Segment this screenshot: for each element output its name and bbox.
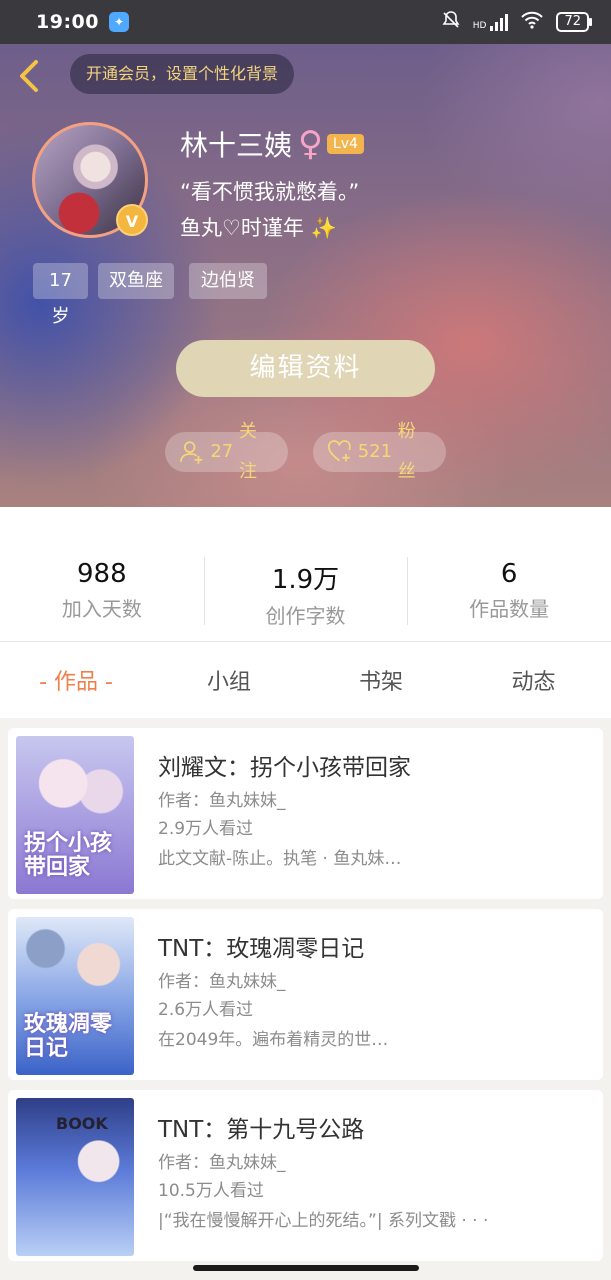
work-title: TNT：玫瑰凋零日记 xyxy=(158,936,365,962)
work-card[interactable]: BOOK TNT：第十九号公路 作者：鱼丸妹妹_ 10.5万人看过 |“我在慢慢… xyxy=(8,1090,603,1261)
book-cover-image: 玫瑰凋零日记 xyxy=(16,917,134,1075)
works-list: 拐个小孩带回家 刘耀文：拐个小孩带回家 作者：鱼丸妹妹_ 2.9万人看过 此文文… xyxy=(0,718,611,1271)
work-author: 作者：鱼丸妹妹_ xyxy=(158,972,286,992)
stat-label: 作品数量 xyxy=(469,597,550,621)
tab-groups[interactable]: 小组 xyxy=(152,664,306,696)
tag-idol: 边伯贤 xyxy=(189,263,267,299)
fans-button[interactable]: 521 粉丝 xyxy=(313,421,446,482)
book-cover-image: BOOK xyxy=(16,1098,134,1256)
stat-works-count: 6 作品数量 xyxy=(407,507,611,641)
following-count: 27 xyxy=(210,441,234,462)
stat-value: 6 xyxy=(500,559,518,589)
tab-bookshelf[interactable]: 书架 xyxy=(306,664,456,696)
tag-zodiac: 双鱼座 xyxy=(98,263,174,299)
stat-value: 988 xyxy=(77,559,127,589)
work-title: 刘耀文：拐个小孩带回家 xyxy=(158,755,411,781)
profile-tags: 17岁 双鱼座 边伯贤 xyxy=(33,263,267,327)
work-description: 在2049年。遍布着精灵的世… xyxy=(158,1030,389,1050)
stat-days-joined: 988 加入天数 xyxy=(0,507,204,641)
signature-text: 鱼丸♡时谨年 xyxy=(180,216,304,240)
work-author: 作者：鱼丸妹妹_ xyxy=(158,1153,286,1173)
work-views: 2.6万人看过 xyxy=(158,1000,254,1020)
battery-icon: 72 xyxy=(556,12,592,32)
following-button[interactable]: 27 关注 xyxy=(165,421,288,482)
profile-stats: 988 加入天数 1.9万 创作字数 6 作品数量 xyxy=(0,507,611,642)
username: 林十三姨 xyxy=(180,129,293,162)
tab-activity[interactable]: 动态 xyxy=(456,664,611,696)
status-icons: HD 72 xyxy=(441,10,592,34)
work-author: 作者：鱼丸妹妹_ xyxy=(158,791,286,811)
fans-label: 粉丝 xyxy=(397,421,416,482)
stat-label: 创作字数 xyxy=(265,604,346,628)
app-notification-icon: ✦ xyxy=(108,12,129,32)
level-badge: Lv4 xyxy=(326,134,364,154)
work-title: TNT：第十九号公路 xyxy=(158,1117,365,1143)
signature-line-2: 鱼丸♡时谨年 ✨ xyxy=(180,212,337,242)
stat-label: 加入天数 xyxy=(61,597,142,621)
wifi-icon xyxy=(520,11,544,33)
cover-title: BOOK xyxy=(56,1114,108,1133)
work-views: 10.5万人看过 xyxy=(158,1181,264,1201)
female-gender-icon: ♀ xyxy=(298,124,323,164)
sparkle-icon: ✨ xyxy=(310,216,337,240)
profile-tabs: - 作品 - 小组 书架 动态 xyxy=(0,642,611,718)
work-description: |“我在慢慢解开心上的死结。”| 系列文戳 · · · xyxy=(158,1211,489,1231)
fans-count: 521 xyxy=(357,441,393,462)
heart-add-icon xyxy=(328,440,351,462)
mute-bell-icon xyxy=(441,10,461,34)
work-card[interactable]: 拐个小孩带回家 刘耀文：拐个小孩带回家 作者：鱼丸妹妹_ 2.9万人看过 此文文… xyxy=(8,728,603,899)
tag-age: 17岁 xyxy=(33,263,88,327)
stat-words-written: 1.9万 创作字数 xyxy=(203,507,408,641)
back-chevron-icon[interactable] xyxy=(16,58,46,94)
signature-line-1: “看不惯我就憋着。” xyxy=(180,180,360,204)
cover-title: 拐个小孩带回家 xyxy=(24,831,113,880)
status-time: 19:00 xyxy=(36,11,99,33)
stat-value: 1.9万 xyxy=(271,565,340,595)
name-row: 林十三姨 ♀ Lv4 xyxy=(180,124,364,164)
hd-label: HD xyxy=(472,20,487,31)
following-label: 关注 xyxy=(238,421,257,482)
profile-header: 开通会员，设置个性化背景 V 林十三姨 ♀ Lv4 “看不惯我就憋着。” 鱼丸♡… xyxy=(0,44,611,507)
edit-profile-button[interactable]: 编辑资料 xyxy=(176,340,435,397)
user-add-icon xyxy=(180,441,203,464)
work-card[interactable]: 玫瑰凋零日记 TNT：玫瑰凋零日记 作者：鱼丸妹妹_ 2.6万人看过 在2049… xyxy=(8,909,603,1080)
work-views: 2.9万人看过 xyxy=(158,819,254,839)
home-indicator[interactable] xyxy=(193,1265,419,1271)
vip-background-banner[interactable]: 开通会员，设置个性化背景 xyxy=(70,54,295,94)
status-bar: 19:00 ✦ HD 72 xyxy=(0,0,611,44)
work-description: 此文文献-陈止。执笔 · 鱼丸妹… xyxy=(158,849,402,869)
cover-title: 玫瑰凋零日记 xyxy=(24,1012,113,1061)
signal-icon: HD xyxy=(472,13,509,31)
tab-works[interactable]: - 作品 - xyxy=(0,664,152,696)
verified-badge-icon: V xyxy=(116,204,148,236)
book-cover-image: 拐个小孩带回家 xyxy=(16,736,134,894)
